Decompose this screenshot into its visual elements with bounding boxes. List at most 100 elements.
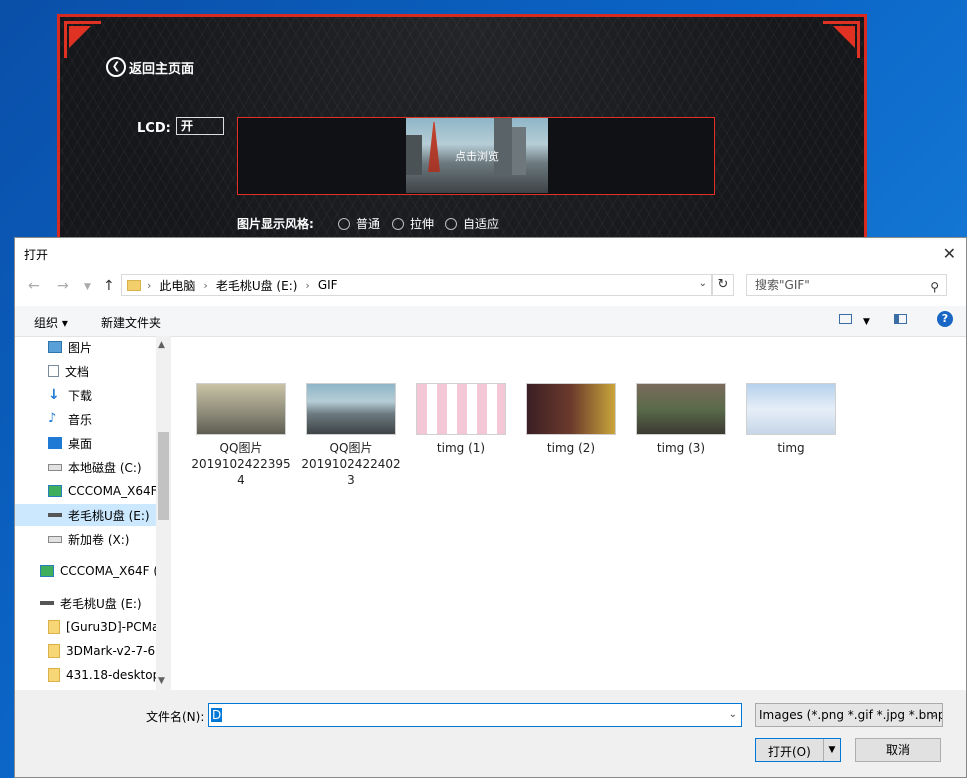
file-item[interactable]: timg (3) <box>631 383 731 456</box>
file-thumbnail <box>416 383 506 435</box>
dialog-title: 打开 <box>24 248 49 262</box>
scroll-thumb[interactable] <box>158 432 169 520</box>
folder-icon <box>48 668 60 682</box>
open-file-dialog: 打开 ✕ ← → ▼ ↑ › 此电脑 › 老毛桃U盘 (E:) › GIF ⌄ … <box>14 237 967 778</box>
sidebar-item-desktop[interactable]: 桌面 <box>15 432 157 454</box>
sidebar-item-folder[interactable]: 3DMark-v2-7-6 <box>15 640 157 662</box>
lcd-label: LCD: <box>137 121 171 136</box>
breadcrumb-this-pc[interactable]: 此电脑 <box>159 277 195 294</box>
file-name: QQ图片 2019102422395 4 <box>191 441 291 487</box>
filename-label: 文件名(N): <box>146 710 205 724</box>
file-name: timg <box>777 441 805 455</box>
file-item[interactable]: QQ图片 2019102422395 4 <box>191 383 291 488</box>
radio-icon <box>338 217 350 230</box>
style-option-fit[interactable]: 自适应 <box>445 215 499 232</box>
chevron-left-icon: ❮ <box>106 57 126 77</box>
file-thumbnail <box>746 383 836 435</box>
forward-arrow-icon[interactable]: → <box>57 278 69 294</box>
drive-icon <box>48 535 62 543</box>
sidebar-item-folder[interactable]: [Guru3D]-PCMa <box>15 616 157 638</box>
dialog-titlebar[interactable]: 打开 ✕ <box>15 238 966 270</box>
style-option-normal[interactable]: 普通 <box>338 215 380 232</box>
browse-hint: 点击浏览 <box>455 150 499 163</box>
chevron-down-icon: ⌄ <box>929 709 938 720</box>
breadcrumb-gif[interactable]: GIF <box>318 278 338 292</box>
sidebar-item-folder[interactable]: 431.18-desktop <box>15 664 157 686</box>
search-input[interactable]: 搜索"GIF" ⚲ <box>746 274 947 296</box>
corner-decoration <box>64 21 101 58</box>
open-button[interactable]: 打开(O) ▼ <box>755 738 841 762</box>
file-list: QQ图片 2019102422395 4 QQ图片 2019102422402 3 ti… <box>171 336 966 690</box>
radio-icon <box>392 217 404 230</box>
image-preview[interactable]: 点击浏览 <box>237 117 715 195</box>
command-bar: 组织 ▾ 新建文件夹 ▼ ? <box>15 306 966 337</box>
display-style-label: 图片显示风格: <box>237 217 314 231</box>
style-option-stretch[interactable]: 拉伸 <box>392 215 434 232</box>
view-options-icon[interactable] <box>839 314 852 324</box>
file-thumbnail <box>526 383 616 435</box>
filetype-select[interactable]: Images (*.png *.gif *.jpg *.bmp) ⌄ <box>755 703 943 727</box>
organize-menu[interactable]: 组织 ▾ <box>34 314 68 331</box>
file-item[interactable]: timg (1) <box>411 383 511 456</box>
new-folder-button[interactable]: 新建文件夹 <box>101 314 161 331</box>
preview-image: 点击浏览 <box>406 118 548 193</box>
scroll-up-icon[interactable]: ▲ <box>158 340 165 350</box>
file-name: timg (3) <box>656 441 706 455</box>
sidebar-item-usb-e-root[interactable]: 老毛桃U盘 (E:) <box>15 592 157 614</box>
drive-icon <box>48 463 62 471</box>
sidebar-item-cccoma-root[interactable]: CCCOMA_X64F ( <box>15 560 157 582</box>
desktop-icon <box>48 437 62 449</box>
file-thumbnail <box>636 383 726 435</box>
file-item[interactable]: QQ图片 2019102422402 3 <box>301 383 401 488</box>
lcd-toggle[interactable]: 开 <box>176 117 224 135</box>
sidebar-item-pictures[interactable]: 图片 <box>15 336 157 358</box>
chevron-down-icon[interactable]: ⌄ <box>729 709 737 720</box>
file-name: QQ图片 2019102422402 3 <box>301 441 401 487</box>
filename-input[interactable]: D ⌄ <box>208 703 742 727</box>
folder-icon <box>127 279 141 291</box>
sidebar-item-usb-e[interactable]: 老毛桃U盘 (E:) <box>15 504 157 526</box>
sidebar-item-music[interactable]: ♪ 音乐 <box>15 408 157 430</box>
back-to-home-button[interactable]: ❮ 返回主页面 <box>106 57 194 77</box>
back-label: 返回主页面 <box>129 61 195 77</box>
sidebar-item-downloads[interactable]: ↓ 下载 <box>15 384 157 406</box>
pictures-icon <box>48 341 62 353</box>
dialog-footer: 文件名(N): D ⌄ Images (*.png *.gif *.jpg *.… <box>15 690 966 777</box>
breadcrumb-drive-e[interactable]: 老毛桃U盘 (E:) <box>216 277 298 294</box>
corner-decoration <box>823 21 860 58</box>
close-icon[interactable]: ✕ <box>943 244 956 263</box>
address-row: ← → ▼ ↑ › 此电脑 › 老毛桃U盘 (E:) › GIF ⌄ ↻ 搜索"… <box>15 272 966 302</box>
search-icon: ⚲ <box>930 280 939 294</box>
file-name: timg (1) <box>436 441 486 455</box>
radio-icon <box>445 217 457 230</box>
chevron-down-icon[interactable]: ▼ <box>863 317 870 327</box>
dvd-icon <box>40 565 54 577</box>
back-arrow-icon[interactable]: ← <box>28 278 40 294</box>
sidebar-item-documents[interactable]: 文档 <box>15 360 157 382</box>
chevron-down-icon[interactable]: ⌄ <box>699 278 707 289</box>
chevron-down-icon[interactable]: ▼ <box>823 739 840 761</box>
sidebar-scrollbar[interactable]: ▲ ▼ <box>156 336 171 690</box>
file-thumbnail <box>196 383 286 435</box>
address-bar[interactable]: › 此电脑 › 老毛桃U盘 (E:) › GIF ⌄ <box>121 274 712 296</box>
documents-icon <box>48 365 59 377</box>
usb-drive-icon <box>40 601 54 605</box>
navigation-pane: 图片 文档 ↓ 下载 ♪ 音乐 桌面 本地磁盘 (C:) CCCOMA_X64F <box>15 336 171 690</box>
file-item[interactable]: timg (2) <box>521 383 621 456</box>
refresh-icon[interactable]: ↻ <box>712 274 734 296</box>
preview-pane-icon[interactable] <box>894 314 907 324</box>
usb-drive-icon <box>48 513 62 517</box>
file-name: timg (2) <box>546 441 596 455</box>
folder-icon <box>48 644 60 658</box>
file-item[interactable]: timg <box>741 383 841 456</box>
sidebar-item-drive-x[interactable]: 新加卷 (X:) <box>15 528 157 550</box>
scroll-down-icon[interactable]: ▼ <box>158 676 165 686</box>
up-arrow-icon[interactable]: ↑ <box>103 278 115 294</box>
sidebar-item-drive-c[interactable]: 本地磁盘 (C:) <box>15 456 157 478</box>
music-icon: ♪ <box>48 411 57 426</box>
sidebar-item-cccoma[interactable]: CCCOMA_X64F <box>15 480 157 502</box>
recent-dropdown-icon[interactable]: ▼ <box>84 282 91 292</box>
help-icon[interactable]: ? <box>937 311 953 327</box>
cancel-button[interactable]: 取消 <box>855 738 941 762</box>
folder-icon <box>48 620 60 634</box>
